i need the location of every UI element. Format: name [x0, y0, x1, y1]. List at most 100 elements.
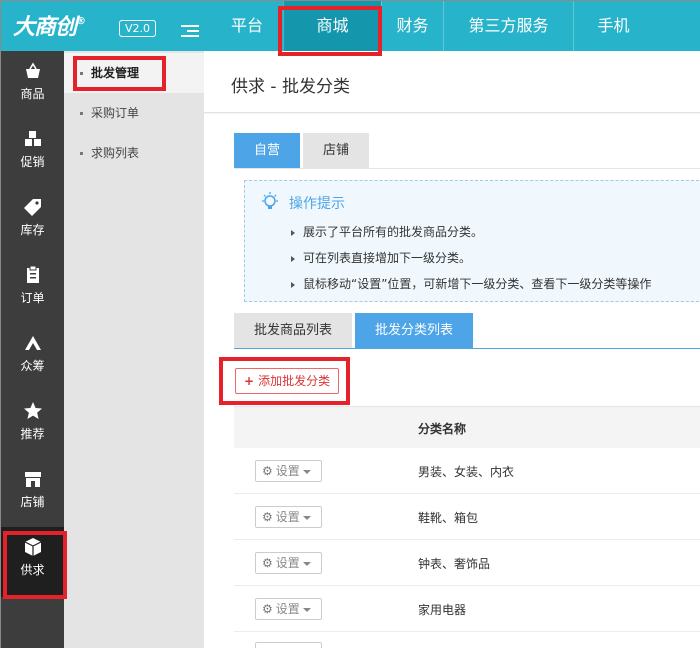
nav-mall[interactable]: 商城: [283, 1, 381, 51]
category-name: 家用电器: [418, 603, 467, 617]
tips-line-text: 鼠标移动“设置”位置，可新增下一级分类、查看下一级分类等操作: [303, 277, 652, 291]
list-tabs: 批发商品列表 批发分类列表: [234, 313, 476, 348]
nav-platform[interactable]: 平台: [211, 1, 283, 51]
tips-line: 展示了平台所有的批发商品分类。: [291, 223, 483, 240]
content-panel: 自营 店铺 操作提示 展示了平台所有的批发商品分类。 可在列表直接增加下一级分类…: [204, 114, 700, 648]
settings-dropdown[interactable]: ⚙ 设置: [255, 460, 322, 482]
bullet-icon: [80, 72, 83, 75]
store-icon: [24, 472, 41, 487]
settings-dropdown[interactable]: ⚙ 设置: [255, 552, 322, 574]
category-name: 钟表、奢饰品: [418, 557, 491, 571]
blocks-icon: [24, 131, 41, 146]
tips-line-text: 可在列表直接增加下一级分类。: [303, 251, 472, 265]
crowdfund-icon: [24, 336, 41, 350]
gear-icon: ⚙: [262, 602, 273, 616]
sidebar-item-label: 推荐: [20, 427, 45, 441]
logo[interactable]: 大商创®: [13, 9, 86, 41]
subnav-item-wholesale[interactable]: 批发管理: [64, 53, 204, 93]
star-icon: [23, 402, 42, 419]
tab-wholesale-category-list[interactable]: 批发分类列表: [355, 313, 474, 348]
tab-self-operated[interactable]: 自营: [234, 133, 301, 168]
sidebar-item-label: 供求: [20, 563, 45, 577]
sidebar-item-label: 库存: [20, 223, 45, 237]
sidebar-item-promo[interactable]: 促销: [1, 119, 64, 181]
settings-dropdown[interactable]: ⚙ 设置: [255, 598, 322, 620]
chevron-down-icon: [302, 515, 311, 520]
sub-sidebar: 批发管理 采购订单 求购列表: [64, 51, 204, 648]
sidebar-item-label: 订单: [20, 291, 45, 305]
add-category-button[interactable]: + 添加批发分类: [235, 368, 340, 394]
subnav-item-label: 批发管理: [91, 66, 140, 80]
table-row: ⚙ 设置 鞋靴、箱包: [234, 494, 700, 540]
gear-icon: ⚙: [262, 556, 273, 570]
caret-right-icon: [291, 281, 295, 288]
logo-registered-mark: ®: [76, 16, 86, 27]
table-row: ⚙ 设置 钟表、奢饰品: [234, 540, 700, 586]
subnav-item-label: 求购列表: [91, 146, 140, 160]
page-title: 供求 - 批发分类: [231, 77, 350, 97]
page-header: 供求 - 批发分类: [204, 51, 700, 113]
gear-icon: ⚙: [262, 510, 273, 524]
table-row: [234, 632, 700, 648]
table-row: ⚙ 设置 男装、女装、内衣: [234, 448, 700, 494]
chevron-down-icon: [302, 607, 311, 612]
tab-wholesale-goods-list[interactable]: 批发商品列表: [234, 313, 353, 348]
settings-label: 设置: [275, 602, 300, 616]
tabs-divider: [234, 348, 700, 349]
category-name: 男装、女装、内衣: [418, 465, 515, 479]
settings-label: 设置: [275, 464, 300, 478]
nav-mobile[interactable]: 手机: [573, 1, 653, 51]
logo-text: 大商创: [13, 15, 77, 40]
column-header-name: 分类名称: [418, 422, 467, 436]
lightbulb-icon: [262, 192, 278, 209]
subnav-item-wanted-list[interactable]: 求购列表: [64, 133, 204, 173]
sidebar-item-label: 众筹: [20, 359, 45, 373]
caret-right-icon: [291, 229, 295, 236]
basket-icon: [25, 62, 40, 78]
add-category-label: 添加批发分类: [258, 374, 331, 388]
nav-third-party[interactable]: 第三方服务: [443, 1, 573, 51]
tag-icon: [23, 199, 41, 216]
sidebar-item-supply[interactable]: 供求: [1, 527, 64, 597]
nav-finance[interactable]: 财务: [381, 1, 443, 51]
sidebar-item-recommend[interactable]: 推荐: [1, 391, 64, 453]
tips-line: 可在列表直接增加下一级分类。: [291, 249, 471, 266]
menu-toggle-icon[interactable]: [181, 25, 199, 39]
chevron-down-icon: [302, 561, 311, 566]
tabs-divider: [234, 168, 700, 169]
subnav-item-label: 采购订单: [91, 106, 140, 120]
tips-line-text: 展示了平台所有的批发商品分类。: [303, 225, 484, 239]
cube-icon: [24, 538, 41, 556]
bullet-icon: [80, 152, 83, 155]
clipboard-icon: [26, 265, 39, 283]
category-name: 鞋靴、箱包: [418, 511, 479, 525]
owner-tabs: 自营 店铺: [234, 133, 372, 168]
tab-stores[interactable]: 店铺: [303, 133, 370, 168]
sidebar-item-label: 商品: [20, 87, 45, 101]
bullet-icon: [80, 112, 83, 115]
sidebar-item-stock[interactable]: 库存: [1, 187, 64, 249]
subnav-item-purchase-orders[interactable]: 采购订单: [64, 93, 204, 133]
caret-right-icon: [291, 255, 295, 262]
settings-label: 设置: [275, 510, 300, 524]
sidebar-item-goods[interactable]: 商品: [1, 51, 64, 113]
settings-dropdown[interactable]: ⚙ 设置: [255, 506, 322, 528]
chevron-down-icon: [302, 469, 311, 474]
plus-icon: +: [244, 374, 255, 388]
sidebar-item-label: 店铺: [20, 495, 45, 509]
main-area: 供求 - 批发分类 自营 店铺 操作提示 展示了平台所有的批发商品分类。 可在列…: [204, 51, 700, 648]
top-nav: 平台 商城 财务 第三方服务 手机: [211, 1, 653, 51]
tips-box: 操作提示 展示了平台所有的批发商品分类。 可在列表直接增加下一级分类。 鼠标移动…: [244, 180, 700, 302]
sidebar-item-store[interactable]: 店铺: [1, 459, 64, 521]
settings-label: 设置: [275, 556, 300, 570]
tips-line: 鼠标移动“设置”位置，可新增下一级分类、查看下一级分类等操作: [291, 275, 651, 292]
sidebar-item-crowdfund[interactable]: 众筹: [1, 323, 64, 385]
sidebar-item-orders[interactable]: 订单: [1, 255, 64, 317]
top-bar: 大商创® V2.0 平台 商城 财务 第三方服务 手机: [1, 1, 700, 51]
gear-icon: ⚙: [262, 464, 273, 478]
sidebar-item-label: 促销: [20, 155, 45, 169]
table-row: ⚙ 设置 家用电器: [234, 586, 700, 632]
tips-title: 操作提示: [289, 196, 345, 212]
settings-dropdown[interactable]: [255, 642, 322, 648]
table-header: 分类名称: [234, 406, 700, 448]
